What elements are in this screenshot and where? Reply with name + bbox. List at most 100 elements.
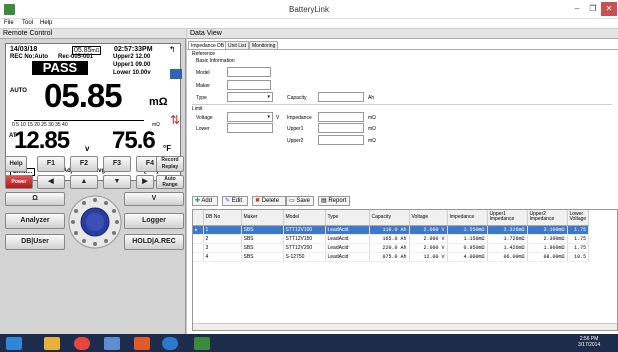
back-arrow-icon[interactable]: ↰: [169, 45, 176, 54]
close-button[interactable]: ✕: [601, 2, 617, 16]
temp-unit: °F: [163, 144, 172, 153]
title-bar: BatteryLink – ❐ ✕: [0, 0, 618, 19]
volt-button[interactable]: V: [124, 192, 184, 206]
auto-range-button[interactable]: Auto Range: [156, 175, 184, 189]
minimize-button[interactable]: –: [570, 2, 584, 16]
rotary-dial[interactable]: [68, 193, 122, 251]
monitor-icon[interactable]: [170, 69, 182, 79]
ohm-button[interactable]: Ω: [5, 192, 65, 206]
remote-control-title: Remote Control: [3, 30, 53, 37]
record-replay-button[interactable]: Record Replay: [156, 156, 184, 172]
table-row[interactable]: ▸ 1 SBS STT12V100 LeadAcid 110.0 Ah 2.00…: [193, 225, 590, 235]
db-user-button[interactable]: DB|User: [5, 234, 65, 250]
up-arrow-button[interactable]: ▲: [70, 175, 98, 189]
menu-bar: File Tool Help: [0, 19, 618, 29]
maximize-button[interactable]: ❐: [586, 2, 600, 16]
col-voltage[interactable]: Voltage: [409, 210, 448, 226]
cell-lower-voltage: 1.75: [567, 225, 590, 235]
edit-label: Edit: [231, 198, 243, 204]
voltage-select[interactable]: ▾: [227, 112, 273, 122]
maker-input[interactable]: [227, 80, 271, 90]
col-db-no[interactable]: DB No: [203, 210, 242, 226]
table-row[interactable]: 2 SBS STT12V150 LeadAcid 165.0 Ah 2.000 …: [193, 234, 590, 244]
col-capacity[interactable]: Capacity: [369, 210, 410, 226]
impedance-label: Impedance: [287, 115, 312, 121]
edit-button[interactable]: ✎ Edit: [222, 196, 248, 206]
delete-button[interactable]: ✖ Delete: [252, 196, 286, 206]
cell-type: LeadAcid: [325, 234, 370, 244]
horizontal-scrollbar[interactable]: [193, 323, 617, 330]
capacity-unit: Ah: [368, 95, 375, 101]
cell-upper1: 2.326mΩ: [487, 225, 528, 235]
cell-db-no: 4: [203, 252, 242, 262]
cell-upper1: 06.00mΩ: [487, 252, 528, 262]
voltage-unit: V: [276, 115, 280, 121]
cell-lower-voltage: 10.5: [567, 252, 590, 262]
impedance-input[interactable]: [318, 112, 364, 122]
row-indicator: [193, 243, 204, 253]
save-button[interactable]: ▭ Save: [286, 196, 314, 206]
ie-icon[interactable]: [162, 337, 178, 350]
tab-impedance-db[interactable]: Impedance DB: [188, 41, 228, 49]
tab-monitoring[interactable]: Monitoring: [249, 41, 279, 49]
start-icon[interactable]: [6, 337, 22, 350]
up-down-arrows-icon[interactable]: ⇅: [170, 113, 180, 127]
logger-button[interactable]: Logger: [124, 213, 184, 229]
file-explorer-icon[interactable]: [44, 337, 60, 350]
tab-unit-list[interactable]: Unit List: [225, 41, 250, 49]
model-input[interactable]: [227, 67, 271, 77]
cell-model: S-12750: [283, 252, 326, 262]
app-d-icon[interactable]: [134, 337, 150, 350]
cell-upper1: 1.426mΩ: [487, 243, 528, 253]
app-icon[interactable]: [104, 337, 120, 350]
f2-button[interactable]: F2: [70, 156, 98, 172]
report-button[interactable]: ▤ Report: [318, 196, 350, 206]
down-arrow-icon: ▼: [113, 178, 121, 185]
delete-label: Delete: [261, 198, 280, 204]
taskbar-clock[interactable]: 2:56 PM 3/17/2014: [578, 336, 600, 348]
cell-upper2: 08.00mΩ: [527, 252, 568, 262]
cell-maker: SBS: [241, 225, 284, 235]
chrome-icon[interactable]: [74, 337, 90, 350]
col-model[interactable]: Model: [283, 210, 326, 226]
col-upper1-impedance[interactable]: Upper1 Impedance: [487, 210, 528, 226]
pencil-icon: ✎: [225, 198, 231, 204]
table-row[interactable]: 3 SBS STT12V200 LeadAcid 220.0 Ah 2.000 …: [193, 243, 590, 253]
cell-voltage: 12.00 V: [409, 252, 448, 262]
col-type[interactable]: Type: [325, 210, 370, 226]
type-label: Type: [196, 95, 207, 101]
capacity-input[interactable]: [318, 92, 364, 102]
down-arrow-button[interactable]: ▼: [103, 175, 131, 189]
lcd-lower: Lower 10.00v: [113, 70, 151, 76]
menu-tool[interactable]: Tool: [22, 20, 33, 26]
reference-label: Reference: [192, 51, 216, 57]
help-button[interactable]: Help: [5, 156, 27, 172]
save-icon: ▭: [289, 198, 295, 204]
power-button[interactable]: Power: [5, 175, 33, 189]
data-view-panel: Impedance DB Unit List Monitoring Refere…: [187, 39, 618, 334]
type-select[interactable]: ▾: [227, 92, 273, 102]
upper1-input[interactable]: [318, 123, 364, 133]
batterylink-task-icon[interactable]: [194, 337, 210, 350]
right-arrow-button[interactable]: ▶: [136, 175, 154, 189]
cell-impedance: 1.150mΩ: [447, 234, 488, 244]
menu-file[interactable]: File: [4, 20, 14, 26]
analyzer-button[interactable]: Analyzer: [5, 213, 65, 229]
col-lower-voltage[interactable]: Lower Voltage: [567, 210, 590, 226]
col-upper2-impedance[interactable]: Upper2 Impedance: [527, 210, 568, 226]
f1-button[interactable]: F1: [37, 156, 65, 172]
col-maker[interactable]: Maker: [241, 210, 284, 226]
lower-input[interactable]: [227, 123, 273, 133]
add-button[interactable]: ✚ Add: [192, 196, 218, 206]
table-row[interactable]: 4 SBS S-12750 LeadAcid 075.0 Ah 12.00 V …: [193, 252, 590, 262]
menu-help[interactable]: Help: [40, 20, 52, 26]
cell-capacity: 165.0 Ah: [369, 234, 410, 244]
hold-arec-button[interactable]: HOLD|A.REC: [124, 234, 184, 250]
col-impedance[interactable]: Impedance: [447, 210, 488, 226]
upper2-input[interactable]: [318, 135, 364, 145]
left-arrow-button[interactable]: ◀: [37, 175, 65, 189]
plus-icon: ✚: [195, 198, 201, 204]
f3-button[interactable]: F3: [103, 156, 131, 172]
impedance-unit: mΩ: [368, 115, 376, 121]
cell-type: LeadAcid: [325, 225, 370, 235]
